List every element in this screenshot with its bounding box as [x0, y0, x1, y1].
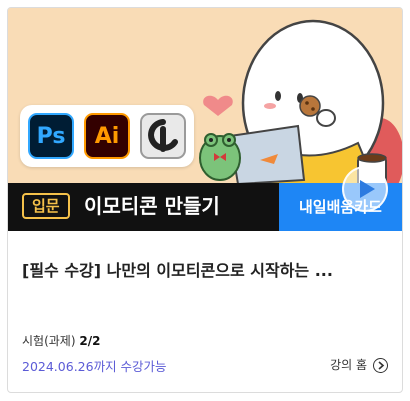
clip-studio-icon	[140, 113, 186, 159]
banner-title: 이모티콘 만들기	[84, 194, 220, 218]
exam-value: 2/2	[79, 334, 101, 348]
exam-progress: 시험(과제) 2/2	[22, 333, 100, 349]
course-thumbnail[interactable]: Ps Ai 입문 이모티콘 만들기 내일배움카드	[8, 8, 402, 231]
course-title[interactable]: [필수 수강] 나만의 이모티콘으로 시작하는 ...	[22, 260, 392, 282]
exam-label: 시험(과제)	[22, 334, 76, 348]
chevron-right-icon	[373, 357, 388, 373]
deadline-text: 2024.06.26까지 수강가능	[22, 359, 167, 374]
course-home-label: 강의 홈	[330, 358, 367, 372]
illustrator-icon: Ai	[84, 113, 130, 159]
app-icons-panel: Ps Ai	[20, 105, 194, 167]
course-card[interactable]: Ps Ai 입문 이모티콘 만들기 내일배움카드 [필수 수강] 나만의 이모티…	[7, 7, 403, 393]
course-home-link[interactable]: 강의 홈	[330, 356, 388, 374]
play-button[interactable]	[342, 166, 388, 212]
photoshop-icon: Ps	[28, 113, 74, 159]
level-badge: 입문	[22, 193, 70, 219]
play-icon	[360, 180, 375, 198]
